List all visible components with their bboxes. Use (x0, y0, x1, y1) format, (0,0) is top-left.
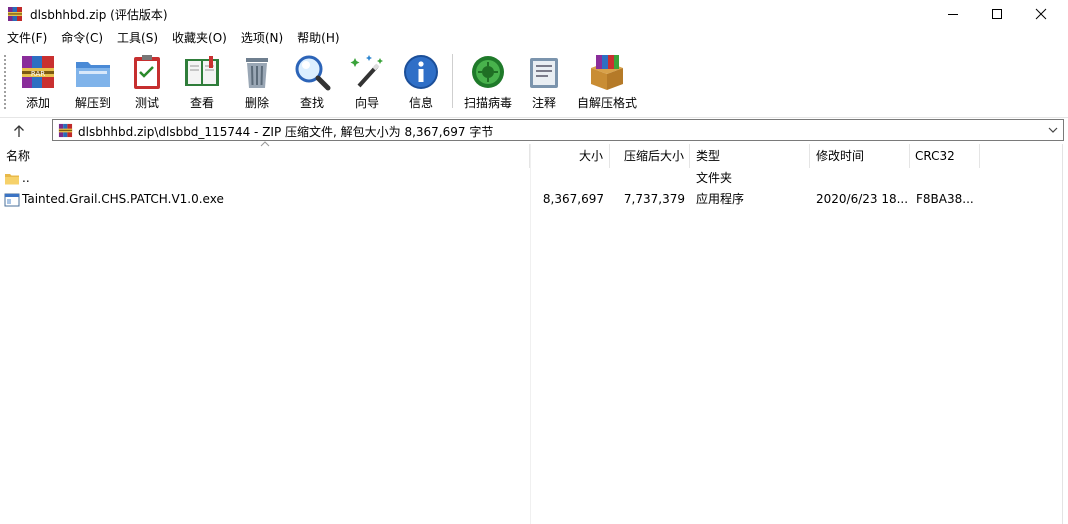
comment-icon (530, 58, 558, 88)
winrar-icon (8, 7, 22, 21)
column-header-crc-label: CRC32 (915, 149, 955, 163)
sfx-box-icon (591, 55, 623, 90)
file-list: 名称 大小 压缩后大小 类型 修改时间 CRC32 .. 文件夹 Tainted… (0, 141, 1062, 524)
path-field[interactable]: dlsbhhbd.zip\dlsbbd_115744 - ZIP 压缩文件, 解… (52, 119, 1064, 141)
sort-ascending-icon (260, 141, 270, 147)
winrar-icon (58, 123, 73, 138)
column-header-crc[interactable]: CRC32 (910, 144, 980, 168)
list-item-file[interactable]: Tainted.Grail.CHS.PATCH.V1.0.exe 8,367,6… (0, 189, 1000, 210)
file-name: .. (22, 171, 30, 185)
menu-file[interactable]: 文件(F) (0, 28, 54, 48)
menu-tools[interactable]: 工具(S) (110, 28, 165, 48)
column-header-type-label: 类型 (696, 149, 721, 163)
file-crc: F8BA38... (916, 192, 974, 206)
extract-to-button[interactable]: 解压到 (70, 52, 116, 112)
file-packed-size: 7,737,379 (623, 192, 685, 206)
column-header-packed-label: 压缩后大小 (623, 149, 684, 163)
close-icon (1035, 8, 1047, 20)
virus-scan-button[interactable]: 扫描病毒 (461, 52, 515, 112)
close-button[interactable] (1018, 0, 1064, 28)
delete-button[interactable]: 删除 (237, 52, 277, 112)
delete-label: 删除 (244, 96, 269, 110)
extract-folder-icon (76, 62, 110, 87)
info-button[interactable]: 信息 (401, 52, 441, 112)
menu-commands[interactable]: 命令(C) (54, 28, 110, 48)
info-label: 信息 (408, 96, 433, 110)
file-name: Tainted.Grail.CHS.PATCH.V1.0.exe (22, 192, 224, 206)
file-modified: 2020/6/23 18... (816, 192, 909, 206)
magnifier-icon (295, 55, 331, 91)
find-button[interactable]: 查找 (292, 52, 332, 112)
view-label: 查看 (189, 96, 214, 110)
comment-label: 注释 (531, 96, 556, 110)
chevron-down-icon[interactable] (1047, 124, 1059, 136)
add-label: 添加 (25, 96, 50, 110)
menu-help[interactable]: 帮助(H) (290, 28, 346, 48)
sfx-button[interactable]: 自解压格式 (576, 52, 638, 112)
add-archive-icon: RAR (22, 56, 54, 88)
wizard-wand-icon (350, 55, 383, 88)
maximize-button[interactable] (974, 0, 1020, 28)
column-header-modified-label: 修改时间 (816, 149, 865, 163)
file-size: 8,367,697 (542, 192, 604, 206)
maximize-icon (992, 9, 1002, 19)
virus-scan-icon (472, 56, 504, 88)
column-header-name[interactable]: 名称 (0, 141, 530, 168)
find-label: 查找 (299, 96, 324, 110)
view-book-icon (185, 56, 219, 86)
column-header-size-label: 大小 (578, 149, 603, 163)
column-header-type[interactable]: 类型 (690, 144, 810, 168)
trash-icon (246, 58, 268, 88)
column-header-name-label: 名称 (6, 149, 31, 163)
exe-file-icon (4, 193, 20, 207)
menu-bar: 文件(F) 命令(C) 工具(S) 收藏夹(O) 选项(N) 帮助(H) (0, 28, 1068, 48)
info-icon (404, 55, 438, 89)
extract-to-label: 解压到 (74, 96, 111, 110)
test-clipboard-icon (134, 55, 160, 89)
minimize-button[interactable] (930, 0, 976, 28)
minimize-icon (948, 14, 958, 15)
arrow-up-icon (14, 125, 24, 137)
test-button[interactable]: 测试 (127, 52, 167, 112)
column-header-packed[interactable]: 压缩后大小 (610, 144, 690, 168)
add-button[interactable]: RAR 添加 (17, 52, 59, 112)
column-header-modified[interactable]: 修改时间 (810, 144, 910, 168)
toolbar-separator (452, 54, 453, 108)
menu-options[interactable]: 选项(N) (234, 28, 290, 48)
comment-button[interactable]: 注释 (524, 52, 564, 112)
toolbar-grip[interactable] (3, 54, 7, 110)
wizard-button[interactable]: 向导 (347, 52, 387, 112)
virus-scan-label: 扫描病毒 (463, 96, 512, 110)
view-button[interactable]: 查看 (180, 52, 224, 112)
file-type: 应用程序 (696, 192, 745, 206)
list-item-parent-folder[interactable]: .. 文件夹 (0, 168, 1000, 189)
column-header-size[interactable]: 大小 (530, 144, 610, 168)
menu-favorites[interactable]: 收藏夹(O) (165, 28, 234, 48)
file-type: 文件夹 (696, 171, 733, 185)
up-folder-button[interactable] (8, 121, 30, 141)
title-bar: dlsbhhbd.zip (评估版本) (0, 0, 1068, 28)
svg-text:RAR: RAR (31, 70, 45, 78)
test-label: 测试 (134, 96, 159, 110)
address-bar: dlsbhhbd.zip\dlsbbd_115744 - ZIP 压缩文件, 解… (0, 117, 1068, 143)
sfx-label: 自解压格式 (576, 96, 637, 110)
path-text: dlsbhhbd.zip\dlsbbd_115744 - ZIP 压缩文件, 解… (78, 125, 494, 139)
window-right-edge (1062, 144, 1063, 524)
wizard-label: 向导 (354, 96, 379, 110)
folder-icon (5, 174, 19, 185)
window-title: dlsbhhbd.zip (评估版本) (30, 8, 168, 22)
toolbar: RAR 添加 解压到 测试 查看 删除 查找 向导 信息 扫描病毒 注释 自解压… (0, 50, 1068, 116)
